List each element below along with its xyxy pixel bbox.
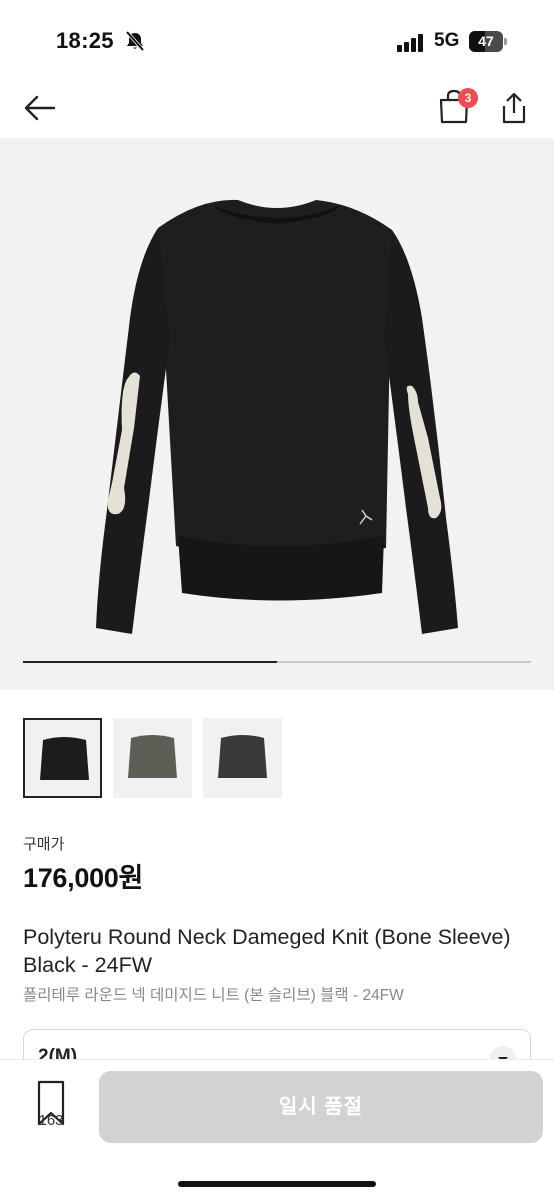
thumb-sweater xyxy=(40,737,89,780)
thumbnail-1[interactable] xyxy=(23,718,102,798)
gallery-progress-fill xyxy=(23,661,277,663)
cart-count-badge: 3 xyxy=(458,88,478,108)
thumb-sweater xyxy=(218,735,267,778)
status-time: 18:25 xyxy=(56,28,114,53)
network-label: 5G xyxy=(434,30,460,51)
gallery-progress xyxy=(23,661,531,663)
price-label: 구매가 xyxy=(23,836,65,853)
signal-icon xyxy=(397,34,423,52)
product-subtitle: 폴리테루 라운드 넥 데미지드 니트 (본 슬리브) 블랙 - 24FW xyxy=(23,987,404,1004)
buy-button[interactable]: 일시 품절 xyxy=(99,1071,543,1143)
thumbnail-2[interactable] xyxy=(113,718,192,798)
home-indicator xyxy=(178,1181,376,1187)
share-icon xyxy=(502,92,526,124)
product-image[interactable] xyxy=(0,138,554,690)
sweater-image xyxy=(96,199,458,634)
price-value: 176,000원 xyxy=(23,863,144,893)
product-title: Polyteru Round Neck Dameged Knit (Bone S… xyxy=(23,925,511,977)
share-button[interactable] xyxy=(498,90,530,126)
arrow-left-icon xyxy=(24,95,56,121)
thumbnail-3[interactable] xyxy=(203,718,282,798)
top-nav: 3 xyxy=(0,84,554,136)
battery-level: 47 xyxy=(478,33,494,49)
back-button[interactable] xyxy=(22,90,58,126)
battery-icon: 47 xyxy=(469,31,507,52)
bell-slash-icon xyxy=(125,30,145,52)
status-bar: 18:25 5G 47 xyxy=(0,0,554,84)
wishlist-count: 163 xyxy=(38,1112,64,1129)
thumb-sweater xyxy=(128,735,177,778)
